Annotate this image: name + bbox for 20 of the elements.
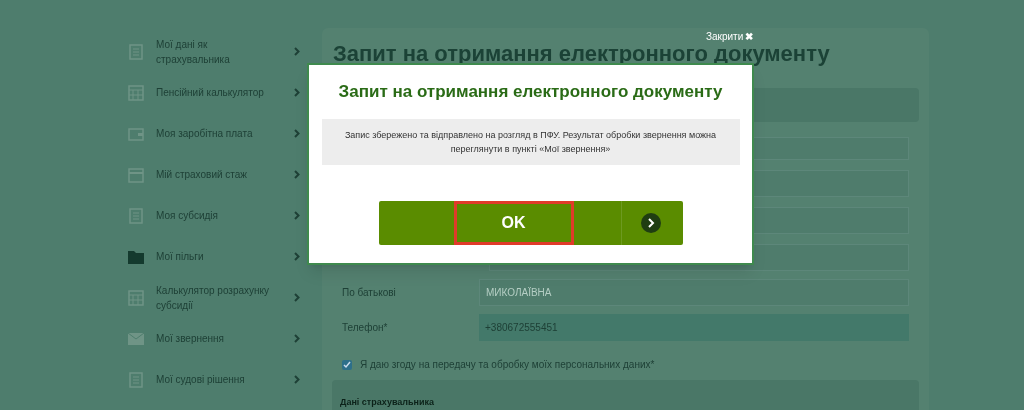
sidebar-item[interactable]: Мої звернення (156, 331, 282, 346)
page-title: Запит на отримання електронного документу (332, 43, 830, 65)
sidebar-item[interactable]: Моя заробітна плата (156, 126, 282, 141)
sidebar-item[interactable]: Мої судові рішення (156, 372, 282, 387)
field-label: Телефон* (341, 321, 389, 335)
sidebar-item[interactable]: Калькулятор розрахунку субсидії (156, 282, 282, 313)
close-button[interactable]: Закрити ✖ (706, 29, 754, 44)
sidebar-item[interactable]: Пенсійний калькулятор (156, 85, 282, 100)
section-title: Дані страхувальника (340, 397, 435, 407)
consent-label: Я даю згоду на передачу та обробку моїх персональних даних* (360, 358, 655, 372)
sidebar-item[interactable]: Мій страховий стаж (156, 167, 282, 182)
input-field[interactable]: +380672555451 (479, 314, 909, 341)
modal-title: Запит на отримання електронного документу (338, 81, 723, 103)
sidebar-item[interactable]: Мої пільги (156, 249, 282, 264)
message-box: Запис збережено та відправлено на розгляд в ПФУ. Результат обробки звернення можна переглянути в пункті «Мої звернення» (321, 118, 740, 165)
input-field[interactable]: МИКОЛАЇВНА (479, 279, 909, 306)
field-label: По батькові (341, 286, 397, 300)
sidebar-item[interactable]: Мої дані як страхувальника (156, 36, 282, 67)
ok-button[interactable]: OK (453, 200, 574, 245)
sidebar-item[interactable]: Моя субсидія (156, 208, 282, 223)
